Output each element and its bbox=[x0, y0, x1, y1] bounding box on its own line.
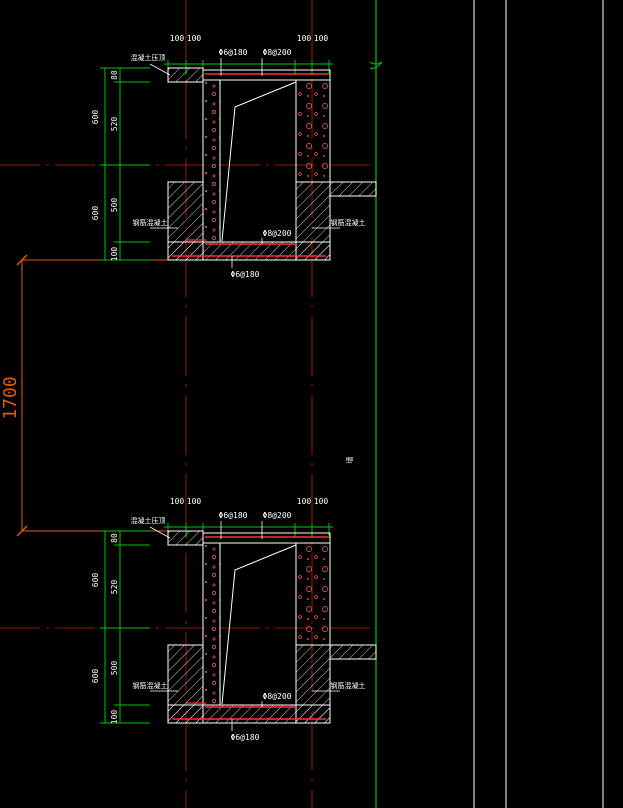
height-upper-total: 600 bbox=[91, 573, 100, 588]
border-lines bbox=[369, 0, 604, 808]
top-dim-1: 100 bbox=[170, 34, 185, 43]
cad-drawing-canvas[interactable]: 1700 100 100 100 100 Φ6@180 Φ8@200 Φ8@20… bbox=[0, 0, 623, 808]
section-2: 100 100 100 100 Φ6@180 Φ8@200 Φ8@200 Φ6@… bbox=[91, 497, 377, 742]
height-c: 500 bbox=[110, 661, 119, 676]
top-dim-4: 100 bbox=[314, 497, 329, 506]
overall-dimension: 1700 bbox=[0, 254, 186, 537]
callout-left: 钢筋混凝土 bbox=[133, 681, 168, 690]
callout-right: 钢筋混凝土 bbox=[331, 218, 366, 227]
top-dim-3: 100 bbox=[297, 34, 312, 43]
top-dim-2: 100 bbox=[187, 34, 202, 43]
height-upper-total: 600 bbox=[91, 110, 100, 125]
bottom-rebar-2: Φ6@180 bbox=[231, 270, 260, 279]
top-rebar-1: Φ6@180 bbox=[219, 511, 248, 520]
height-d: 100 bbox=[110, 247, 119, 262]
top-dim-2: 100 bbox=[187, 497, 202, 506]
bottom-rebar-1: Φ8@200 bbox=[263, 229, 292, 238]
bottom-rebar-1: Φ8@200 bbox=[263, 692, 292, 701]
section-1: 100 100 100 100 Φ6@180 Φ8@200 Φ8@200 Φ6@… bbox=[91, 34, 377, 279]
top-rebar-2: Φ8@200 bbox=[263, 511, 292, 520]
height-d: 100 bbox=[110, 710, 119, 725]
top-dim-1: 100 bbox=[170, 497, 185, 506]
bottom-rebar-2: Φ6@180 bbox=[231, 733, 260, 742]
height-b: 520 bbox=[110, 117, 119, 132]
height-a: 80 bbox=[110, 70, 119, 80]
top-rebar-1: Φ6@180 bbox=[219, 48, 248, 57]
overall-dimension-label: 1700 bbox=[0, 376, 21, 419]
callout-right: 钢筋混凝土 bbox=[331, 681, 366, 690]
height-lower-total: 600 bbox=[91, 206, 100, 221]
top-rebar-2: Φ8@200 bbox=[263, 48, 292, 57]
callout-left: 钢筋混凝土 bbox=[133, 218, 168, 227]
callout-top-left: 混凝土压顶 bbox=[131, 516, 166, 525]
top-dim-3: 100 bbox=[297, 497, 312, 506]
height-c: 500 bbox=[110, 198, 119, 213]
side-note: 墙 bbox=[345, 457, 354, 464]
height-lower-total: 600 bbox=[91, 669, 100, 684]
height-b: 520 bbox=[110, 580, 119, 595]
callout-top-left: 混凝土压顶 bbox=[131, 53, 166, 62]
top-dim-4: 100 bbox=[314, 34, 329, 43]
height-a: 80 bbox=[110, 533, 119, 543]
